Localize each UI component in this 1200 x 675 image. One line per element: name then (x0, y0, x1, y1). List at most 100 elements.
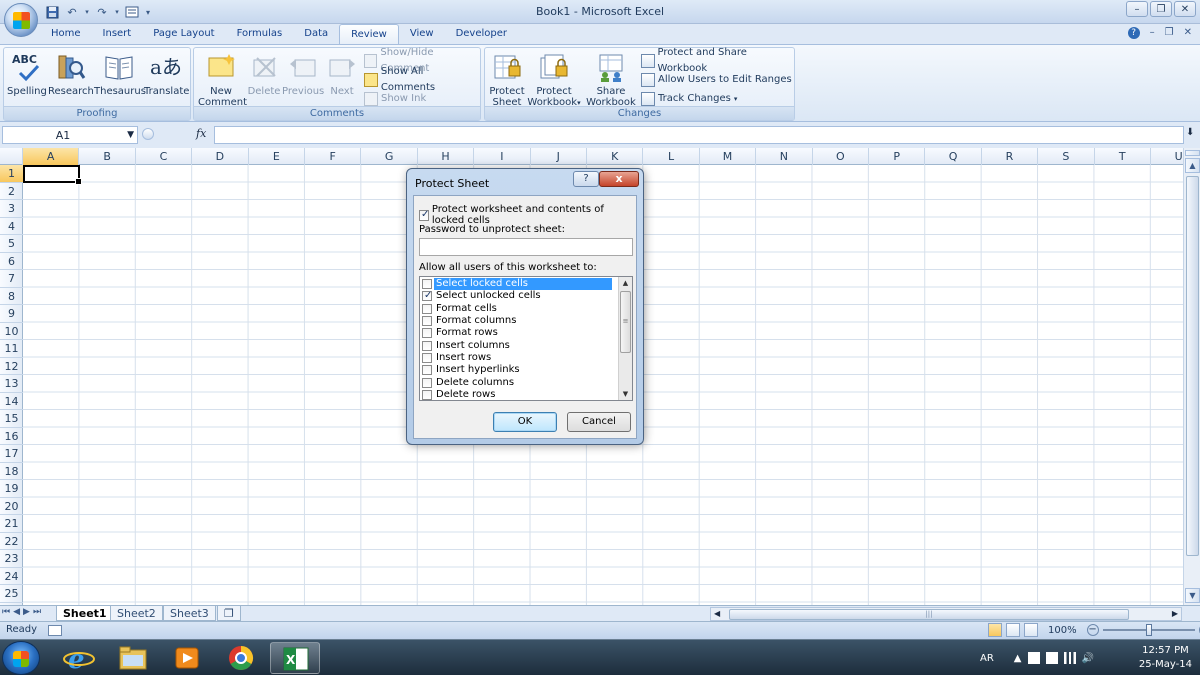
row-header[interactable]: 22 (0, 533, 23, 550)
column-header[interactable]: R (982, 148, 1039, 165)
name-box[interactable]: A1 ▼ (2, 126, 138, 144)
column-header[interactable]: L (643, 148, 700, 165)
sheet-tab-sheet2[interactable]: Sheet2 (110, 606, 163, 621)
new-comment-button[interactable]: New Comment (198, 52, 247, 108)
clock[interactable]: 12:57 PM 25-May-14 (1139, 644, 1192, 672)
list-scroll-thumb[interactable]: ≡ (620, 291, 631, 353)
scroll-down-icon[interactable]: ▼ (1185, 588, 1200, 603)
column-header[interactable]: C (136, 148, 193, 165)
column-header[interactable]: H (418, 148, 475, 165)
tab-formulas[interactable]: Formulas (226, 24, 294, 44)
row-header[interactable]: 23 (0, 550, 23, 568)
permission-checkbox[interactable] (422, 279, 432, 290)
network-signal-icon[interactable] (1063, 652, 1076, 664)
list-scroll-down-icon[interactable]: ▼ (619, 388, 632, 400)
allow-users-edit-ranges-button[interactable]: Allow Users to Edit Ranges (641, 72, 792, 88)
vertical-scrollbar[interactable]: ▲ ▼ (1183, 148, 1200, 605)
row-header[interactable]: 8 (0, 288, 23, 305)
horizontal-scroll-thumb[interactable]: ||| (729, 609, 1129, 620)
protect-and-share-workbook-button[interactable]: Protect and Share Workbook (641, 47, 794, 74)
column-header[interactable]: S (1038, 148, 1095, 165)
show-all-comments-button[interactable]: Show All Comments (364, 66, 480, 93)
permissions-scrollbar[interactable]: ▲ ≡ ▼ (618, 277, 632, 400)
workbook-minimize-icon[interactable]: – (1150, 27, 1155, 39)
column-header[interactable]: G (361, 148, 418, 165)
permissions-list[interactable]: Select locked cellsSelect unlocked cells… (419, 276, 633, 401)
previous-comment-button[interactable]: Previous (282, 52, 324, 97)
protect-workbook-button[interactable]: Protect Workbook▾ (525, 52, 583, 109)
row-header[interactable]: 1 (0, 165, 23, 183)
zoom-level[interactable]: 100% (1048, 625, 1077, 636)
prev-sheet-icon[interactable]: ◀ (13, 607, 20, 617)
row-header[interactable]: 9 (0, 305, 23, 323)
translate-button[interactable]: aあ Translate (144, 52, 189, 97)
permission-checkbox[interactable] (422, 389, 432, 400)
zoom-slider[interactable] (1102, 623, 1195, 637)
tab-data[interactable]: Data (293, 24, 339, 44)
row-header[interactable]: 18 (0, 463, 23, 480)
delete-comment-button[interactable]: Delete (244, 52, 284, 97)
power-icon[interactable] (1045, 652, 1058, 664)
language-indicator[interactable]: AR (980, 653, 994, 664)
column-header[interactable]: J (531, 148, 587, 165)
row-header[interactable]: 2 (0, 183, 23, 200)
share-workbook-button[interactable]: Share Workbook (585, 52, 637, 108)
tab-insert[interactable]: Insert (92, 24, 143, 44)
permission-checkbox[interactable] (422, 365, 432, 376)
permission-checkbox[interactable] (422, 303, 432, 314)
permission-item[interactable]: Delete rows (422, 389, 616, 400)
row-header[interactable]: 11 (0, 340, 23, 358)
permission-item[interactable]: Format columns (422, 315, 616, 327)
row-header[interactable]: 25 (0, 585, 23, 603)
column-header[interactable]: F (305, 148, 362, 165)
expand-formula-bar-icon[interactable]: ⬇ (1186, 127, 1194, 138)
sheet-tab-sheet3[interactable]: Sheet3 (163, 606, 216, 621)
password-input[interactable] (419, 238, 633, 256)
permission-item[interactable]: Insert columns (422, 340, 616, 352)
cancel-button[interactable]: Cancel (567, 412, 631, 432)
page-break-view-icon[interactable] (1024, 623, 1038, 637)
row-header[interactable]: 14 (0, 393, 23, 410)
workbook-restore-icon[interactable]: ❐ (1165, 27, 1174, 39)
row-header[interactable]: 5 (0, 235, 23, 253)
tab-home[interactable]: Home (40, 24, 92, 44)
permission-checkbox[interactable] (422, 290, 432, 302)
minimize-icon[interactable]: – (1126, 1, 1148, 17)
close-icon[interactable]: ✕ (1174, 1, 1196, 17)
office-button[interactable] (4, 3, 38, 37)
scroll-left-icon[interactable]: ◀ (714, 609, 720, 618)
formula-resize-handle-icon[interactable] (142, 128, 154, 140)
permission-checkbox[interactable] (422, 340, 432, 351)
internet-explorer-icon[interactable]: e (54, 642, 104, 675)
active-cell[interactable] (23, 165, 82, 185)
scroll-up-icon[interactable]: ▲ (1185, 158, 1200, 173)
column-header[interactable]: Q (925, 148, 982, 165)
formula-input[interactable] (214, 126, 1184, 144)
thesaurus-button[interactable]: Thesaurus (94, 52, 146, 97)
column-header[interactable]: B (79, 148, 136, 165)
row-header[interactable]: 7 (0, 270, 23, 288)
protect-worksheet-row[interactable]: Protect worksheet and contents of locked… (419, 204, 636, 226)
last-sheet-icon[interactable]: ⏭ (33, 607, 41, 617)
permission-checkbox[interactable] (422, 328, 432, 339)
permission-item[interactable]: Insert rows (422, 352, 616, 364)
show-ink-button[interactable]: Show Ink (364, 91, 426, 107)
tab-view[interactable]: View (399, 24, 445, 44)
file-explorer-icon[interactable] (108, 642, 158, 674)
column-header[interactable]: P (869, 148, 926, 165)
column-header[interactable]: M (700, 148, 757, 165)
permission-item[interactable]: Select locked cells (422, 278, 616, 291)
protect-sheet-button[interactable]: Protect Sheet (487, 52, 527, 108)
tab-developer[interactable]: Developer (445, 24, 518, 44)
page-layout-view-icon[interactable] (1006, 623, 1020, 637)
permission-checkbox[interactable] (422, 352, 432, 363)
flag-icon[interactable] (1027, 652, 1040, 664)
vertical-scroll-thumb[interactable] (1186, 176, 1199, 556)
start-button[interactable] (2, 641, 40, 675)
dialog-close-icon[interactable]: x (599, 171, 639, 187)
show-hidden-icons-icon[interactable]: ▲ (1014, 653, 1022, 664)
column-header[interactable]: E (249, 148, 305, 165)
next-sheet-icon[interactable]: ▶ (23, 607, 30, 617)
row-header[interactable]: 3 (0, 200, 23, 218)
next-comment-button[interactable]: Next (324, 52, 360, 97)
